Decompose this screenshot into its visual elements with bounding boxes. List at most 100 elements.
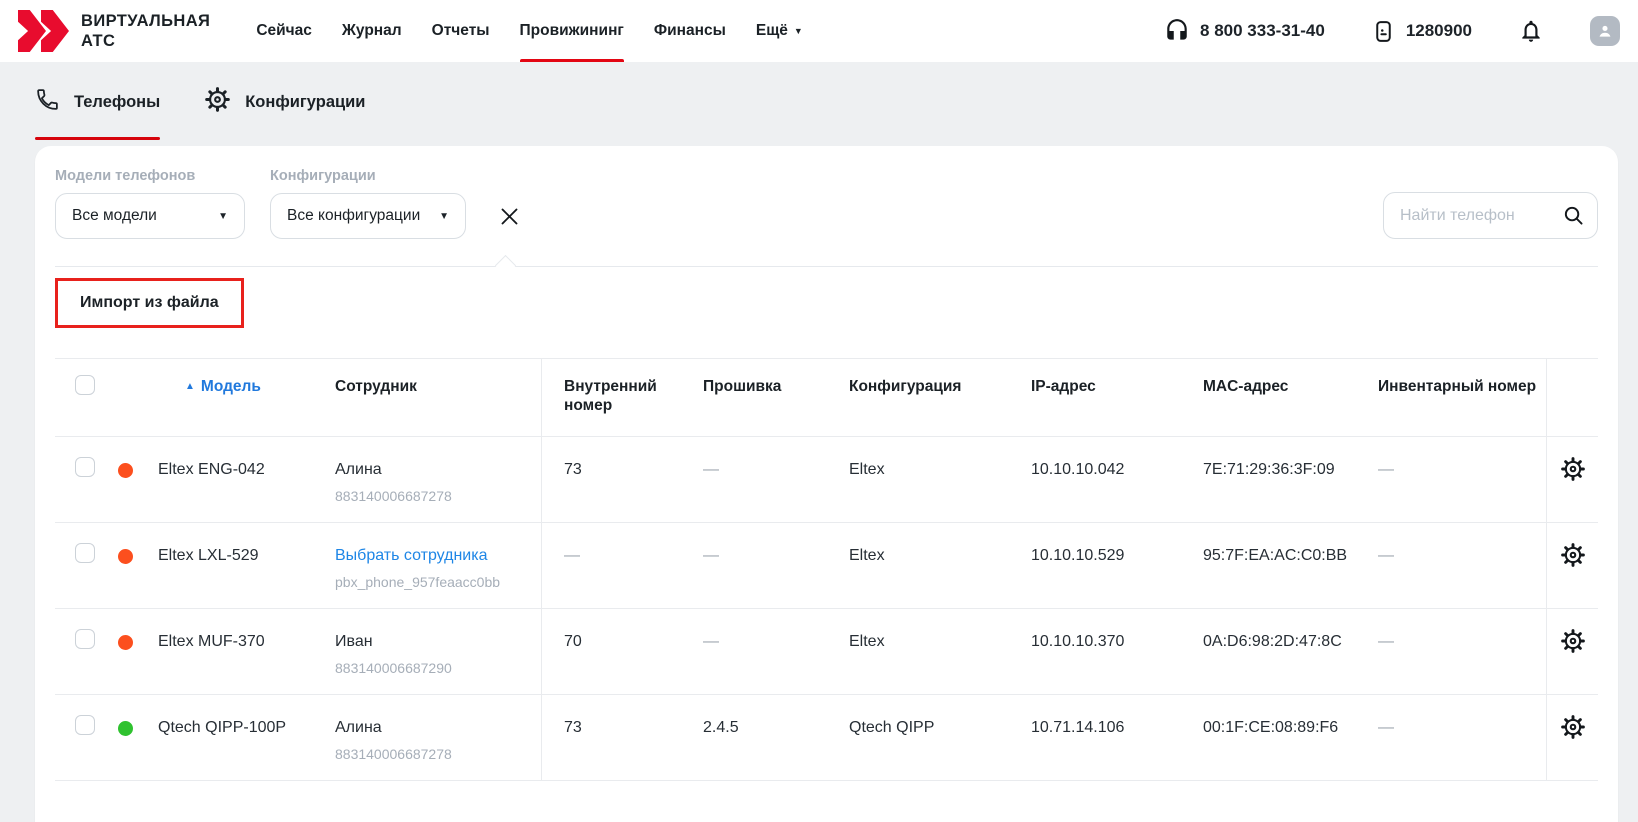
nav-item-now[interactable]: Сейчас bbox=[256, 0, 312, 62]
cell-model: Eltex MUF-370 bbox=[150, 609, 335, 694]
support-phone[interactable]: 8 800 333-31-40 bbox=[1164, 18, 1325, 44]
main-nav: Сейчас Журнал Отчеты Провижининг Финансы… bbox=[256, 0, 803, 62]
account-number-widget[interactable]: 1280900 bbox=[1371, 19, 1472, 44]
logo[interactable]: ВИРТУАЛЬНАЯ АТС bbox=[18, 8, 210, 54]
filter-phone-models: Модели телефонов Все модели ▼ bbox=[55, 168, 245, 239]
user-avatar[interactable] bbox=[1590, 16, 1620, 46]
column-header-model[interactable]: ▲Модель bbox=[150, 359, 335, 436]
table-row: Eltex LXL-529 Выбрать сотрудника pbx_pho… bbox=[55, 523, 1598, 609]
cell-model: Eltex LXL-529 bbox=[150, 523, 335, 608]
configs-select-value: Все конфигурации bbox=[287, 207, 420, 225]
employee-device-id: 883140006687278 bbox=[335, 488, 541, 505]
support-phone-number: 8 800 333-31-40 bbox=[1200, 21, 1325, 41]
phone-search bbox=[1383, 192, 1598, 239]
cell-inventory: — bbox=[1378, 523, 1546, 608]
nav-item-reports[interactable]: Отчеты bbox=[432, 0, 490, 62]
tab-configurations[interactable]: Конфигурации bbox=[204, 86, 365, 140]
status-dot bbox=[118, 635, 133, 650]
cell-mac: 95:7F:EA:AC:C0:BB bbox=[1203, 523, 1378, 608]
cell-model: Eltex ENG-042 bbox=[150, 437, 335, 522]
table-row: Eltex ENG-042 Алина 883140006687278 73 —… bbox=[55, 437, 1598, 523]
phones-panel: Модели телефонов Все модели ▼ Конфигурац… bbox=[35, 146, 1618, 822]
clear-filters-button[interactable] bbox=[491, 193, 527, 239]
search-icon[interactable] bbox=[1562, 204, 1585, 232]
cell-configuration: Eltex bbox=[849, 523, 1031, 608]
nav-item-journal[interactable]: Журнал bbox=[342, 0, 402, 62]
top-bar: ВИРТУАЛЬНАЯ АТС Сейчас Журнал Отчеты Про… bbox=[0, 0, 1638, 62]
choose-employee-link[interactable]: Выбрать сотрудника bbox=[335, 546, 541, 565]
select-all-checkbox[interactable] bbox=[75, 375, 95, 395]
nav-item-more[interactable]: Ещё ▼ bbox=[756, 0, 803, 62]
filter-models-label: Модели телефонов bbox=[55, 168, 245, 184]
tab-configurations-label: Конфигурации bbox=[245, 93, 365, 112]
row-checkbox[interactable] bbox=[75, 629, 95, 649]
column-header-employee: Сотрудник bbox=[335, 359, 541, 436]
sort-asc-icon: ▲ bbox=[185, 381, 195, 392]
cell-ext-number: 70 bbox=[541, 609, 703, 694]
cell-inventory: — bbox=[1378, 609, 1546, 694]
row-checkbox[interactable] bbox=[75, 457, 95, 477]
column-header-mac: MAC-адрес bbox=[1203, 359, 1378, 436]
headset-icon bbox=[1164, 18, 1190, 44]
divider-notch bbox=[495, 255, 516, 276]
cell-firmware: — bbox=[703, 523, 849, 608]
cell-inventory: — bbox=[1378, 695, 1546, 780]
brand-name: ВИРТУАЛЬНАЯ АТС bbox=[81, 11, 210, 51]
filters-divider bbox=[55, 266, 1598, 267]
employee-device-id: 883140006687290 bbox=[335, 660, 541, 677]
filter-configs-label: Конфигурации bbox=[270, 168, 466, 184]
cell-configuration: Qtech QIPP bbox=[849, 695, 1031, 780]
cell-mac: 00:1F:CE:08:89:F6 bbox=[1203, 695, 1378, 780]
row-checkbox[interactable] bbox=[75, 715, 95, 735]
status-dot bbox=[118, 721, 133, 736]
configs-select[interactable]: Все конфигурации ▼ bbox=[270, 193, 466, 239]
row-settings-gear-icon[interactable] bbox=[1559, 627, 1587, 655]
cell-model: Qtech QIPP-100P bbox=[150, 695, 335, 780]
import-from-file-button[interactable]: Импорт из файла bbox=[58, 281, 241, 325]
cell-configuration: Eltex bbox=[849, 609, 1031, 694]
cell-inventory: — bbox=[1378, 437, 1546, 522]
table-row: Eltex MUF-370 Иван 883140006687290 70 — … bbox=[55, 609, 1598, 695]
chevron-down-icon: ▼ bbox=[439, 211, 449, 222]
row-settings-gear-icon[interactable] bbox=[1559, 541, 1587, 569]
brand-logo-icon bbox=[18, 8, 68, 54]
cell-firmware: — bbox=[703, 437, 849, 522]
cell-configuration: Eltex bbox=[849, 437, 1031, 522]
account-number: 1280900 bbox=[1406, 21, 1472, 41]
cell-ip: 10.10.10.370 bbox=[1031, 609, 1203, 694]
import-annotation-highlight: Импорт из файла bbox=[55, 278, 244, 328]
cell-ext-number: 73 bbox=[541, 437, 703, 522]
chevron-down-icon: ▼ bbox=[794, 26, 803, 36]
cell-firmware: 2.4.5 bbox=[703, 695, 849, 780]
column-header-inventory: Инвентарный номер bbox=[1378, 359, 1546, 436]
nav-item-finance[interactable]: Финансы bbox=[654, 0, 726, 62]
filters-row: Модели телефонов Все модели ▼ Конфигурац… bbox=[55, 168, 1598, 239]
cell-ext-number: — bbox=[541, 523, 703, 608]
cell-firmware: — bbox=[703, 609, 849, 694]
row-settings-gear-icon[interactable] bbox=[1559, 713, 1587, 741]
cell-ip: 10.10.10.529 bbox=[1031, 523, 1203, 608]
cell-employee: Алина 883140006687278 bbox=[335, 437, 541, 522]
phone-icon bbox=[35, 87, 60, 117]
phones-table: ▲Модель Сотрудник Внутренний номер Проши… bbox=[55, 358, 1598, 781]
cell-employee: Иван 883140006687290 bbox=[335, 609, 541, 694]
status-dot bbox=[118, 549, 133, 564]
filter-configurations: Конфигурации Все конфигурации ▼ bbox=[270, 168, 466, 239]
row-checkbox[interactable] bbox=[75, 543, 95, 563]
tab-phones-label: Телефоны bbox=[74, 93, 160, 112]
cell-ext-number: 73 bbox=[541, 695, 703, 780]
tab-phones[interactable]: Телефоны bbox=[35, 86, 160, 140]
column-header-configuration: Конфигурация bbox=[849, 359, 1031, 436]
status-dot bbox=[118, 463, 133, 478]
cell-mac: 7E:71:29:36:3F:09 bbox=[1203, 437, 1378, 522]
cell-ip: 10.10.10.042 bbox=[1031, 437, 1203, 522]
models-select[interactable]: Все модели ▼ bbox=[55, 193, 245, 239]
cell-employee: Выбрать сотрудника pbx_phone_957feaacc0b… bbox=[335, 523, 541, 608]
models-select-value: Все модели bbox=[72, 207, 157, 225]
row-settings-gear-icon[interactable] bbox=[1559, 455, 1587, 483]
notifications-bell-icon[interactable] bbox=[1518, 18, 1544, 44]
cell-mac: 0A:D6:98:2D:47:8C bbox=[1203, 609, 1378, 694]
column-header-ip: IP-адрес bbox=[1031, 359, 1203, 436]
nav-item-provisioning[interactable]: Провижининг bbox=[520, 0, 624, 62]
gear-icon bbox=[204, 86, 231, 118]
